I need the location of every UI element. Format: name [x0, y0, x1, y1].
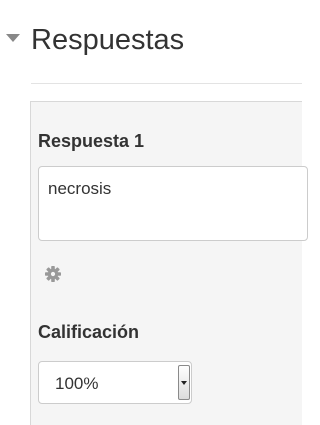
grade-select[interactable]: 100% — [38, 361, 192, 404]
grade-selected-value: 100% — [55, 374, 99, 393]
answer-1-panel: Respuesta 1 necrosis Calificación 100% — [30, 101, 308, 425]
section-title[interactable]: Respuestas — [31, 22, 184, 58]
section-divider — [31, 83, 302, 84]
answer-label: Respuesta 1 — [38, 131, 145, 151]
answer-editor-text: necrosis — [48, 179, 112, 198]
collapse-triangle-icon[interactable] — [6, 34, 20, 42]
answer-editor-field[interactable]: necrosis — [38, 166, 308, 241]
answers-section-header: Respuestas — [0, 14, 302, 84]
chevron-down-icon — [181, 381, 187, 385]
gear-icon[interactable] — [44, 265, 62, 283]
grade-label: Calificación — [38, 322, 140, 342]
select-dropdown-button[interactable] — [178, 365, 190, 400]
